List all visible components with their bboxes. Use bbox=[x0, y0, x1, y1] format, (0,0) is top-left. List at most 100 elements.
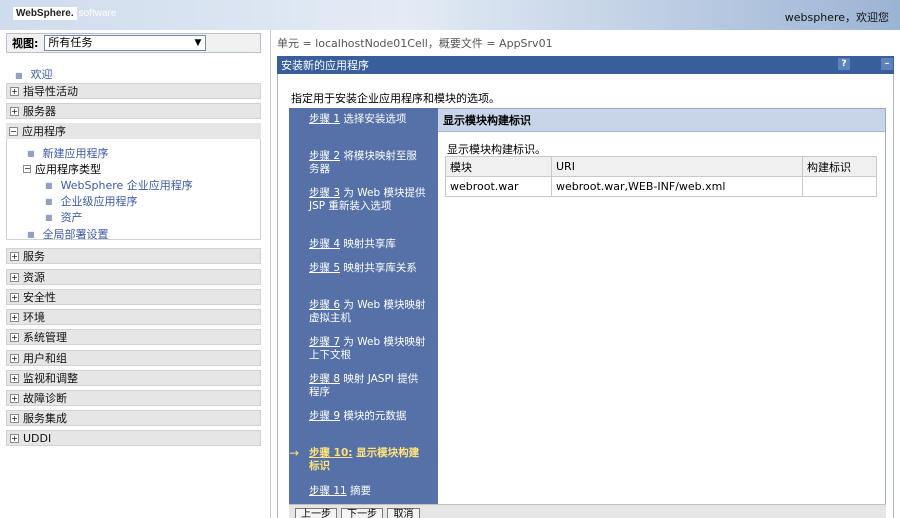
step-6[interactable]: 步骤 6 为 Web 模块映射虚拟主机 bbox=[309, 299, 427, 325]
step-number[interactable]: 步骤 3 bbox=[309, 187, 340, 199]
view-select[interactable]: 所有任务 ▼ bbox=[44, 35, 207, 51]
step-text: 映射共享库关系 bbox=[343, 262, 417, 274]
step-3[interactable]: 步骤 3 为 Web 模块提供 JSP 重新装入选项 bbox=[309, 187, 427, 213]
step-8[interactable]: 步骤 8 映射 JASPI 提供程序 bbox=[309, 373, 427, 399]
nav-section-label: 环境 bbox=[23, 311, 45, 324]
bullet-icon: ■ bbox=[45, 212, 53, 222]
banner: WebSphere. software websphere，欢迎您 bbox=[0, 0, 900, 30]
step-number[interactable]: 步骤 6 bbox=[309, 299, 340, 311]
nav-section-service-integration[interactable]: + 服务集成 bbox=[6, 410, 261, 426]
nav-section-label: 故障诊断 bbox=[23, 392, 67, 405]
step-9[interactable]: 步骤 9 模块的元数据 bbox=[309, 410, 427, 423]
page-title: 安装新的应用程序 bbox=[281, 59, 369, 72]
nav-item-label[interactable]: 新建应用程序 bbox=[43, 145, 109, 161]
nav-section-uddi[interactable]: + UDDI bbox=[6, 430, 261, 446]
nav-item-label: 应用程序类型 bbox=[35, 163, 101, 176]
step-11[interactable]: 步骤 11 摘要 bbox=[309, 485, 427, 498]
expand-icon: + bbox=[10, 86, 19, 96]
expand-icon: + bbox=[10, 373, 19, 383]
nav-item-label[interactable]: 资产 bbox=[61, 209, 83, 225]
nav-section-label: 指导性活动 bbox=[23, 85, 78, 98]
column-header-build-id: 构建标识 bbox=[802, 156, 877, 177]
welcome-text: websphere，欢迎您 bbox=[784, 11, 889, 24]
step-number[interactable]: 步骤 7 bbox=[309, 336, 340, 348]
nav-item-label[interactable]: 全局部署设置 bbox=[43, 226, 109, 242]
expand-icon: + bbox=[10, 332, 19, 342]
nav-section-label: 安全性 bbox=[23, 291, 56, 304]
previous-button[interactable]: 上一步 bbox=[295, 508, 337, 518]
step-2[interactable]: 步骤 2 将模块映射至服务器 bbox=[309, 150, 427, 176]
nav-section-guided[interactable]: + 指导性活动 bbox=[6, 83, 261, 99]
current-step-arrow-icon: → bbox=[289, 446, 300, 460]
nav-section-applications[interactable]: − 应用程序 bbox=[6, 123, 261, 139]
collapse-icon: − bbox=[23, 164, 31, 173]
step-5[interactable]: 步骤 5 映射共享库关系 bbox=[309, 262, 427, 275]
view-label: 视图: bbox=[12, 37, 39, 50]
step-number[interactable]: 步骤 4 bbox=[309, 238, 340, 250]
nav-item-business-apps[interactable]: ■ 企业级应用程序 bbox=[45, 193, 138, 209]
nav-item-assets[interactable]: ■ 资产 bbox=[45, 209, 83, 225]
cell-uri: webroot.war,WEB-INF/web.xml bbox=[551, 176, 803, 197]
view-bar: 视图: 所有任务 ▼ bbox=[6, 33, 261, 53]
step-number[interactable]: 步骤 9 bbox=[309, 410, 340, 422]
panel-description: 显示模块构建标识。 bbox=[447, 143, 546, 156]
table-row: webroot.war webroot.war,WEB-INF/web.xml bbox=[445, 176, 877, 197]
step-text: 模块的元数据 bbox=[343, 410, 407, 422]
help-icon[interactable]: ? bbox=[838, 58, 850, 70]
cancel-button[interactable]: 取消 bbox=[387, 508, 420, 518]
nav-section-security[interactable]: + 安全性 bbox=[6, 289, 261, 305]
nav-item-websphere-apps[interactable]: ■ WebSphere 企业应用程序 bbox=[45, 177, 193, 193]
step-4[interactable]: 步骤 4 映射共享库 bbox=[309, 238, 427, 251]
module-build-id-table: 模块 URI 构建标识 webroot.war webroot.war,WEB-… bbox=[445, 156, 877, 197]
step-text: 摘要 bbox=[350, 485, 372, 497]
nav-section-monitoring[interactable]: + 监视和调整 bbox=[6, 370, 261, 386]
bullet-icon: ■ bbox=[45, 196, 53, 206]
portlet-title-bar: 安装新的应用程序 ? – bbox=[277, 56, 894, 74]
nav-item-label[interactable]: WebSphere 企业应用程序 bbox=[61, 177, 193, 193]
bullet-icon: ■ bbox=[45, 180, 53, 190]
nav-section-troubleshooting[interactable]: + 故障诊断 bbox=[6, 390, 261, 406]
collapse-icon: − bbox=[9, 126, 18, 136]
nav-section-label: 服务器 bbox=[23, 105, 56, 118]
logo-box: WebSphere. bbox=[13, 6, 77, 20]
step-number[interactable]: 步骤 1 bbox=[309, 113, 340, 125]
wizard-steps: 步骤 1 选择安装选项 步骤 2 将模块映射至服务器 步骤 3 为 Web 模块… bbox=[289, 108, 438, 504]
step-number[interactable]: 步骤 11 bbox=[309, 485, 347, 497]
expand-icon: + bbox=[10, 272, 19, 282]
nav-section-label: UDDI bbox=[23, 431, 52, 445]
page-description: 指定用于安装企业应用程序和模块的选项。 bbox=[291, 92, 500, 105]
nav-section-servers[interactable]: + 服务器 bbox=[6, 103, 261, 119]
expand-icon: + bbox=[10, 413, 19, 423]
breadcrumb: 单元 = localhostNode01Cell，概要文件 = AppSrv01 bbox=[277, 37, 553, 50]
nav-item-app-types[interactable]: − 应用程序类型 bbox=[23, 161, 101, 177]
chevron-down-icon: ▼ bbox=[194, 38, 202, 48]
welcome-link[interactable]: ■ 欢迎 bbox=[15, 66, 53, 82]
step-number[interactable]: 步骤 8 bbox=[309, 373, 340, 385]
step-number[interactable]: 步骤 5 bbox=[309, 262, 340, 274]
nav-section-environment[interactable]: + 环境 bbox=[6, 309, 261, 325]
nav-item-global-deploy[interactable]: ■ 全局部署设置 bbox=[27, 226, 109, 242]
cell-build-id bbox=[802, 176, 877, 197]
nav-section-resources[interactable]: + 资源 bbox=[6, 269, 261, 285]
expand-icon: + bbox=[10, 433, 19, 443]
nav-item-label[interactable]: 企业级应用程序 bbox=[61, 193, 138, 209]
column-header-module: 模块 bbox=[445, 156, 552, 177]
bullet-icon: ■ bbox=[27, 148, 35, 158]
step-number[interactable]: 步骤 2 bbox=[309, 150, 340, 162]
nav-section-users-groups[interactable]: + 用户和组 bbox=[6, 350, 261, 366]
minimize-icon[interactable]: – bbox=[881, 58, 893, 70]
step-text: 选择安装选项 bbox=[343, 113, 407, 125]
expand-icon: + bbox=[10, 106, 19, 116]
step-1[interactable]: 步骤 1 选择安装选项 bbox=[309, 113, 427, 126]
nav-section-system-admin[interactable]: + 系统管理 bbox=[6, 329, 261, 345]
expand-icon: + bbox=[10, 251, 19, 261]
nav-section-label: 资源 bbox=[23, 271, 45, 284]
step-7[interactable]: 步骤 7 为 Web 模块映射上下文根 bbox=[309, 336, 427, 362]
websphere-logo: WebSphere. software bbox=[13, 6, 116, 20]
nav-item-new-app[interactable]: ■ 新建应用程序 bbox=[27, 145, 109, 161]
welcome-link-label: 欢迎 bbox=[30, 68, 53, 81]
nav-section-services[interactable]: + 服务 bbox=[6, 248, 261, 264]
next-button[interactable]: 下一步 bbox=[341, 508, 383, 518]
panel-title: 显示模块构建标识 bbox=[438, 109, 885, 132]
panel-divider[interactable] bbox=[270, 30, 271, 518]
